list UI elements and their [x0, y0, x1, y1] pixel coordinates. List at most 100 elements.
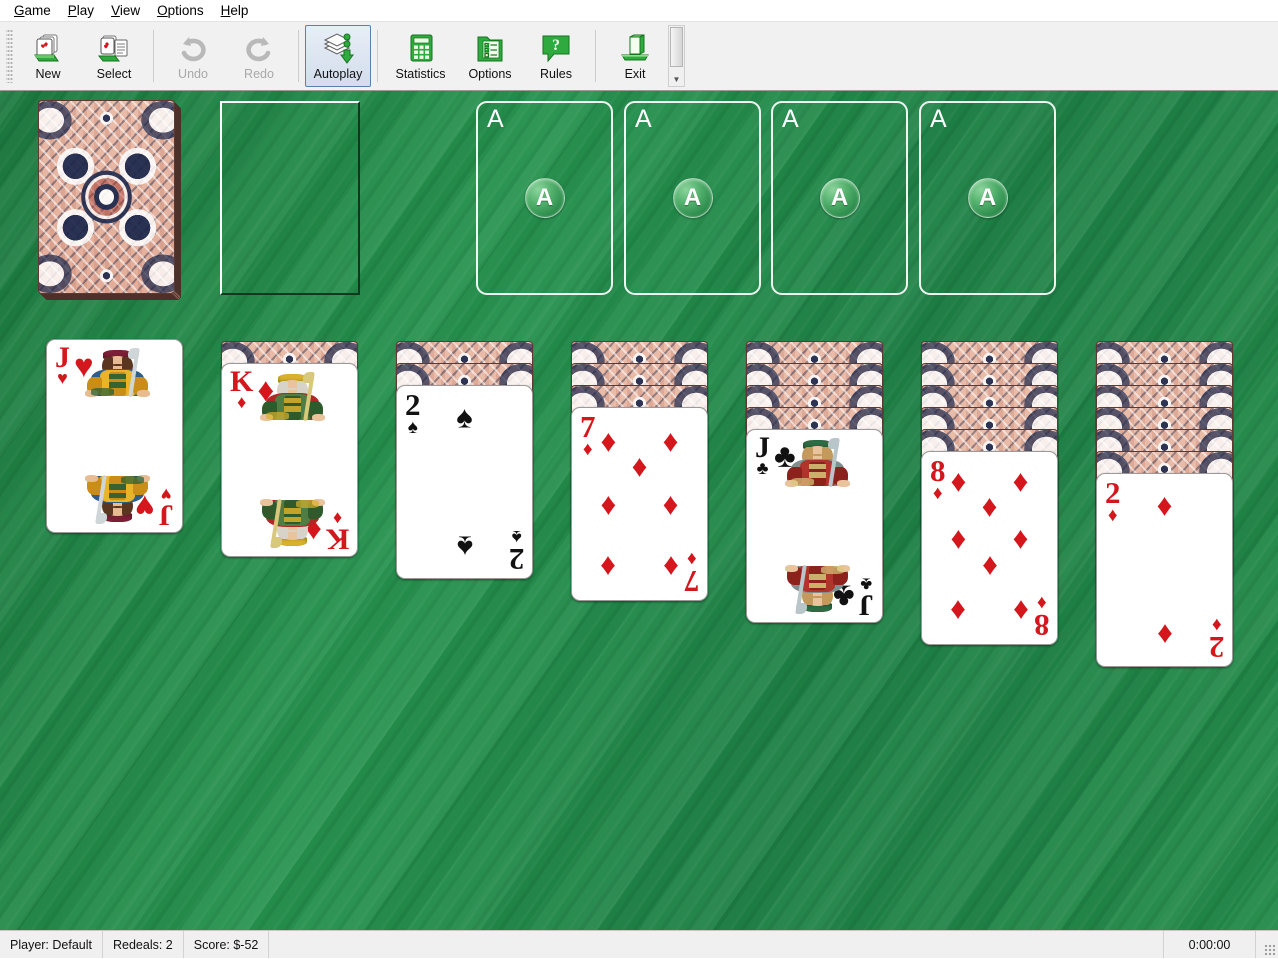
card-pip: ♦	[1012, 463, 1029, 499]
tableau-column-3[interactable]: 2 ♠ 2 ♠ ♠ ♠	[396, 341, 533, 579]
status-player: Player: Default	[0, 931, 103, 958]
card-pip: ♦	[981, 549, 998, 585]
toolbar-button-autoplay[interactable]: Autoplay	[305, 25, 371, 87]
exit-door-icon	[618, 32, 652, 64]
menu-label-rest: elp	[230, 3, 249, 18]
court-figure	[73, 436, 162, 524]
status-bar: Player: Default Redeals: 2 Score: $-52 0…	[0, 930, 1278, 958]
menu-mnemonic: O	[157, 3, 168, 18]
toolbar-button-label: Undo	[178, 67, 208, 81]
toolbar-container: New Select Undo Redo Autoplay Statistics	[0, 21, 1278, 91]
toolbar-button-new[interactable]: New	[15, 25, 81, 87]
court-figure	[73, 348, 162, 436]
menu-label-rest: lay	[76, 3, 95, 18]
autoplay-icon	[321, 32, 355, 64]
tableau-column-7[interactable]: 2 ♦ 2 ♦ ♦ ♦	[1096, 341, 1233, 667]
foundation-pile-4[interactable]: AA	[919, 101, 1056, 295]
court-half-top	[248, 372, 337, 460]
tableau-column-6[interactable]: 8 ♦ 8 ♦ ♦ ♦ ♦ ♦ ♦ ♦ ♦ ♦	[921, 341, 1058, 645]
menu-label-rest: ame	[24, 3, 51, 18]
toolbar-button-options[interactable]: Options	[457, 25, 523, 87]
court-illustration	[73, 348, 162, 524]
menu-mnemonic: P	[67, 3, 77, 18]
court-illustration	[248, 372, 337, 548]
menu-label-rest: ptions	[167, 3, 204, 18]
card-pip: ♦	[600, 423, 617, 459]
toolbar-button-label: Select	[96, 67, 132, 81]
card-pip: ♦	[1012, 593, 1029, 629]
menu-item-play[interactable]: Play	[60, 1, 103, 20]
stock-pile[interactable]	[38, 100, 183, 302]
rules-help-icon: ?	[539, 32, 573, 64]
card-K-of-diamonds[interactable]: K ♦ ♦ K ♦ ♦	[221, 363, 358, 557]
foundation-ace-badge: A	[967, 178, 1008, 218]
menu-item-help[interactable]: Help	[213, 1, 258, 20]
toolbar-scroll-down-arrow[interactable]: ▼	[669, 75, 684, 85]
card-pip-field: ♦ ♦ ♦ ♦ ♦ ♦ ♦ ♦	[922, 452, 1057, 644]
menu-label-rest: iew	[119, 3, 141, 18]
foundation-corner-label: A	[487, 105, 504, 133]
card-pip: ♦	[1156, 617, 1173, 653]
toolbar-button-label: Autoplay	[313, 67, 363, 81]
foundation-corner-label: A	[930, 105, 947, 133]
tableau-column-2[interactable]: K ♦ ♦ K ♦ ♦	[221, 341, 358, 557]
toolbar-separator	[298, 30, 299, 82]
foundation-pile-2[interactable]: AA	[624, 101, 761, 295]
court-figure	[773, 526, 862, 614]
card-pip: ♦	[950, 463, 967, 499]
court-half-bottom	[773, 526, 862, 614]
stock-top-card-back[interactable]	[38, 100, 175, 294]
card-pip: ♦	[1012, 520, 1029, 556]
toolbar-button-statistics[interactable]: Statistics	[384, 25, 457, 87]
toolbar-separator	[153, 30, 154, 82]
toolbar-button-exit[interactable]: Exit	[602, 25, 668, 87]
card-7-of-diamonds[interactable]: 7 ♦ 7 ♦ ♦ ♦ ♦ ♦ ♦ ♦ ♦	[571, 407, 708, 601]
foundation-pile-3[interactable]: AA	[771, 101, 908, 295]
toolbar-scrollbar[interactable]: ▼	[668, 25, 685, 87]
foundation-ace-badge: A	[819, 178, 860, 218]
card-pip: ♦	[950, 520, 967, 556]
menu-mnemonic: H	[220, 3, 231, 18]
svg-text:?: ?	[552, 37, 560, 54]
card-pip: ♦	[1156, 487, 1173, 523]
waste-pile[interactable]	[220, 101, 360, 295]
select-game-icon	[97, 32, 131, 64]
menu-item-game[interactable]: Game	[6, 1, 60, 20]
toolbar-button-select[interactable]: Select	[81, 25, 147, 87]
undo-arrow-icon	[176, 32, 210, 64]
toolbar-button-label: Options	[468, 67, 512, 81]
card-2-of-spades[interactable]: 2 ♠ 2 ♠ ♠ ♠	[396, 385, 533, 579]
status-score: Score: $-52	[184, 931, 270, 958]
options-icon	[473, 32, 507, 64]
card-pip: ♦	[662, 549, 679, 585]
card-pip: ♦	[981, 488, 998, 524]
foundation-ace-badge: A	[672, 178, 713, 218]
card-J-of-clubs[interactable]: J ♣ ♣ J ♣ ♣	[746, 429, 883, 623]
foundation-corner-label: A	[635, 105, 652, 133]
status-timer: 0:00:00	[1164, 931, 1256, 958]
tableau-column-1[interactable]: J ♥ ♥ J ♥ ♥	[46, 339, 183, 533]
foundation-pile-1[interactable]: AA	[476, 101, 613, 295]
foundation-ace-badge: A	[524, 178, 565, 218]
tableau-column-5[interactable]: J ♣ ♣ J ♣ ♣	[746, 341, 883, 623]
toolbar-button-rules[interactable]: ? Rules	[523, 25, 589, 87]
menu-item-options[interactable]: Options	[149, 1, 213, 20]
statistics-icon	[404, 32, 438, 64]
toolbar-button-label: Exit	[624, 67, 646, 81]
card-J-of-hearts[interactable]: J ♥ ♥ J ♥ ♥	[46, 339, 183, 533]
toolbar-scrollbar-thumb[interactable]	[670, 27, 683, 67]
menu-mnemonic: G	[14, 3, 25, 18]
foundation-corner-label: A	[782, 105, 799, 133]
toolbar-empty-area	[687, 22, 1278, 90]
window-resize-grip[interactable]	[1256, 931, 1278, 958]
court-half-top	[73, 348, 162, 436]
redo-arrow-icon	[242, 32, 276, 64]
toolbar-separator	[377, 30, 378, 82]
menu-item-view[interactable]: View	[103, 1, 149, 20]
toolbar-drag-grip[interactable]	[6, 29, 13, 83]
card-8-of-diamonds[interactable]: 8 ♦ 8 ♦ ♦ ♦ ♦ ♦ ♦ ♦ ♦ ♦	[921, 451, 1058, 645]
card-2-of-diamonds[interactable]: 2 ♦ 2 ♦ ♦ ♦	[1096, 473, 1233, 667]
tableau-column-4[interactable]: 7 ♦ 7 ♦ ♦ ♦ ♦ ♦ ♦ ♦ ♦	[571, 341, 708, 601]
card-pip-field: ♠ ♠	[397, 386, 532, 578]
toolbar-button-label: New	[35, 67, 61, 81]
